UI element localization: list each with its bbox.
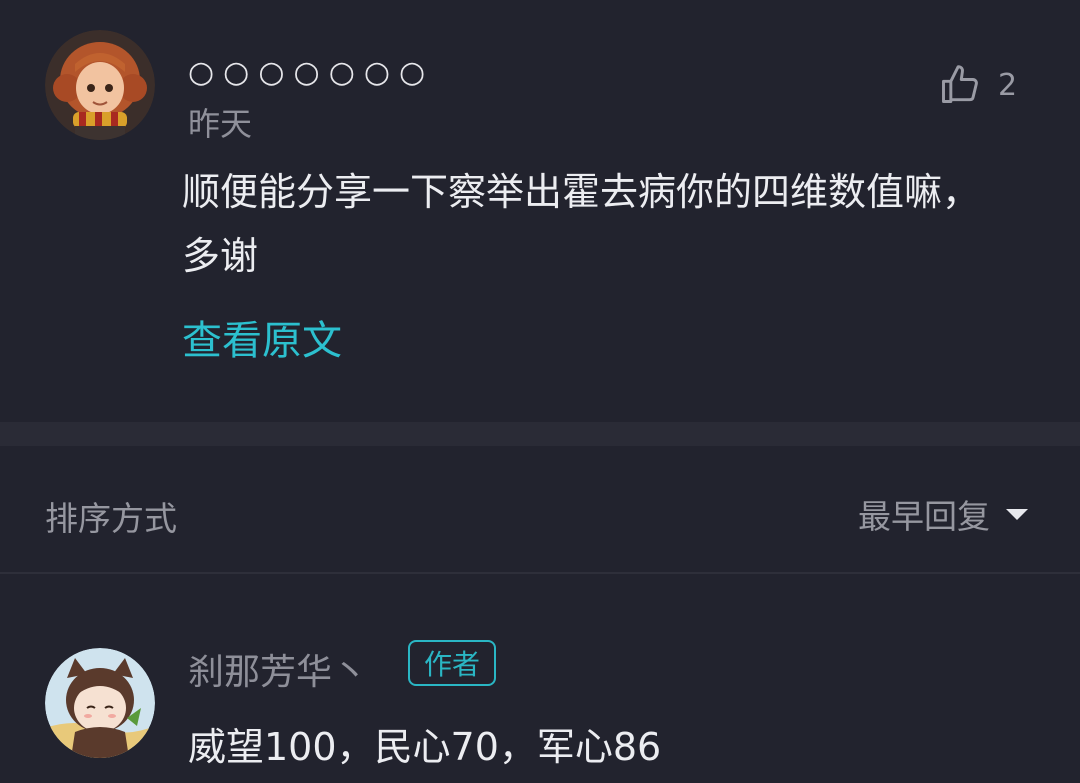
commenter-username[interactable]: ○○○○○○○: [188, 55, 434, 90]
comment-detail-page: ○○○○○○○ 昨天 2 顺便能分享一下察举出霍去病你的四维数值嘛，多谢 查看原…: [0, 0, 1080, 783]
like-button[interactable]: 2: [938, 62, 1017, 108]
caret-down-icon: [1006, 509, 1028, 520]
author-badge: 作者: [408, 640, 496, 686]
sort-selected-value: 最早回复: [858, 497, 990, 536]
sort-dropdown[interactable]: 最早回复: [858, 490, 1030, 538]
sort-label: 排序方式: [45, 499, 177, 538]
view-original-link[interactable]: 查看原文: [182, 308, 342, 366]
thumbs-up-icon: [942, 65, 978, 103]
like-count: 2: [998, 67, 1018, 103]
divider-line: [0, 572, 1080, 574]
section-divider: [0, 422, 1080, 446]
commenter-avatar[interactable]: [45, 30, 155, 140]
reply-avatar-image: [45, 648, 155, 758]
reply-text: 威望100，民心70，军心86: [188, 725, 662, 769]
comment-timestamp: 昨天: [188, 105, 253, 143]
commenter-avatar-image: [45, 30, 155, 140]
comment-text: 顺便能分享一下察举出霍去病你的四维数值嘛，多谢: [182, 170, 981, 278]
reply-avatar[interactable]: [45, 648, 155, 758]
reply-username[interactable]: 刹那芳华丶: [188, 643, 368, 695]
